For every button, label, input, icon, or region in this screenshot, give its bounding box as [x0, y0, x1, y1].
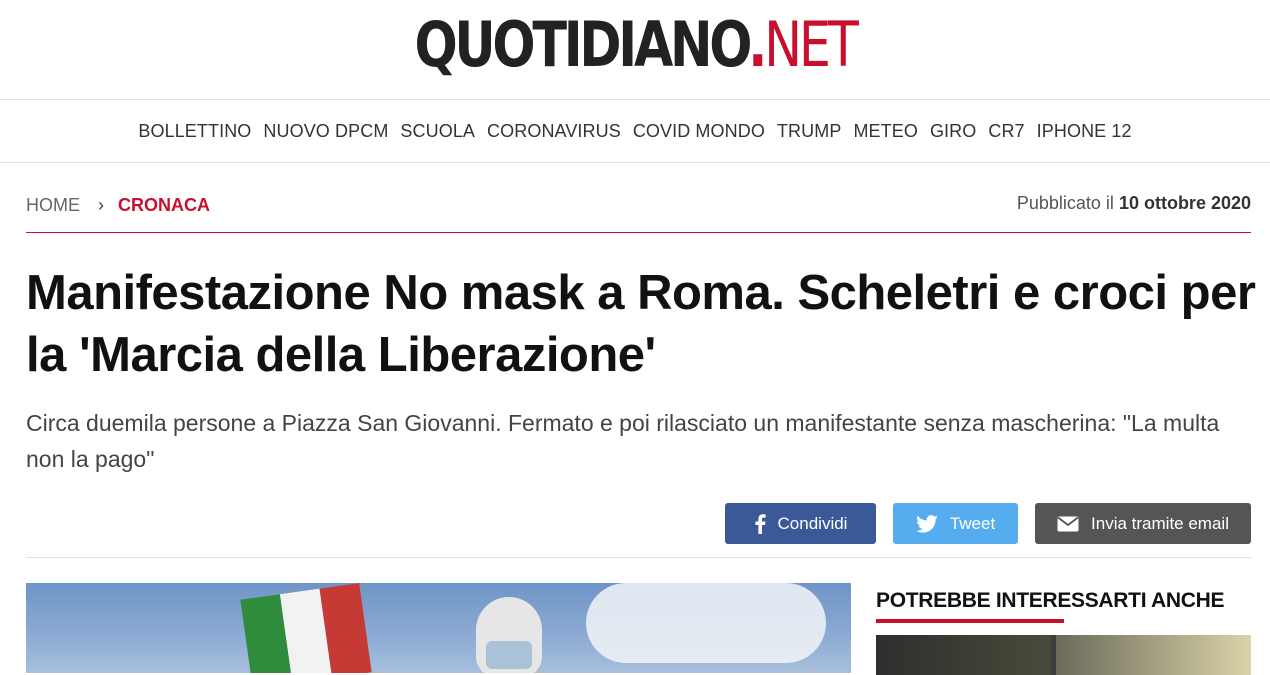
- share-bar: Condividi Tweet Invia tramite email: [725, 503, 1251, 544]
- article-title: Manifestazione No mask a Roma. Scheletri…: [26, 266, 1256, 382]
- nav-item-meteo[interactable]: METEO: [853, 121, 918, 142]
- article-subtitle: Circa duemila persone a Piazza San Giova…: [26, 410, 1220, 472]
- breadcrumb-separator: ›: [98, 195, 104, 215]
- article-hero-image[interactable]: [26, 583, 851, 673]
- breadcrumb-home[interactable]: HOME: [26, 195, 80, 216]
- twitter-share-button[interactable]: Tweet: [893, 503, 1018, 544]
- hero-cloud: [586, 583, 826, 663]
- email-share-button[interactable]: Invia tramite email: [1035, 503, 1251, 544]
- sidebar-related-image[interactable]: [876, 635, 1251, 675]
- nav-item-scuola[interactable]: SCUOLA: [400, 121, 475, 142]
- publish-label: Pubblicato il: [1016, 193, 1114, 213]
- nav-item-nuovo-dpcm[interactable]: NUOVO DPCM: [263, 121, 388, 142]
- breadcrumb-category[interactable]: CRONACA: [118, 195, 210, 216]
- logo-brand: QUOTIDIANO: [414, 8, 751, 81]
- nav-item-cr7[interactable]: CR7: [988, 121, 1024, 142]
- logo-dot: .: [748, 8, 767, 81]
- nav-item-bollettino[interactable]: BOLLETTINO: [138, 121, 251, 142]
- skeleton-figure: [476, 597, 542, 673]
- nav-item-trump[interactable]: TRUMP: [777, 121, 842, 142]
- breadcrumb-divider: [26, 232, 1251, 233]
- facebook-share-label: Condividi: [777, 513, 848, 533]
- facebook-share-button[interactable]: Condividi: [725, 503, 876, 544]
- sidebar-title-underline: [876, 619, 1064, 623]
- site-logo[interactable]: QUOTIDIANO.NET: [114, 8, 1155, 81]
- publish-date-value: 10 ottobre 2020: [1118, 193, 1251, 213]
- sidebar-title: POTREBBE INTERESSARTI ANCHE: [876, 589, 1225, 612]
- publish-date: Pubblicato il 10 ottobre 2020: [1017, 193, 1251, 214]
- breadcrumb: HOME › CRONACA: [26, 195, 210, 216]
- email-share-label: Invia tramite email: [1091, 513, 1229, 533]
- facebook-icon: [754, 513, 766, 534]
- share-divider: [26, 557, 1251, 558]
- logo-tld: NET: [764, 8, 859, 81]
- nav-item-iphone-12[interactable]: IPHONE 12: [1037, 121, 1132, 142]
- site-header: QUOTIDIANO.NET: [0, 0, 1270, 100]
- twitter-icon: [916, 514, 938, 533]
- twitter-share-label: Tweet: [949, 513, 996, 533]
- nav-item-coronavirus[interactable]: CORONAVIRUS: [487, 121, 621, 142]
- nav-item-giro[interactable]: GIRO: [930, 121, 976, 142]
- topic-nav: BOLLETTINO NUOVO DPCM SCUOLA CORONAVIRUS…: [0, 100, 1270, 163]
- envelope-icon: [1057, 516, 1079, 531]
- italian-flag: [240, 583, 372, 673]
- nav-item-covid-mondo[interactable]: COVID MONDO: [633, 121, 765, 142]
